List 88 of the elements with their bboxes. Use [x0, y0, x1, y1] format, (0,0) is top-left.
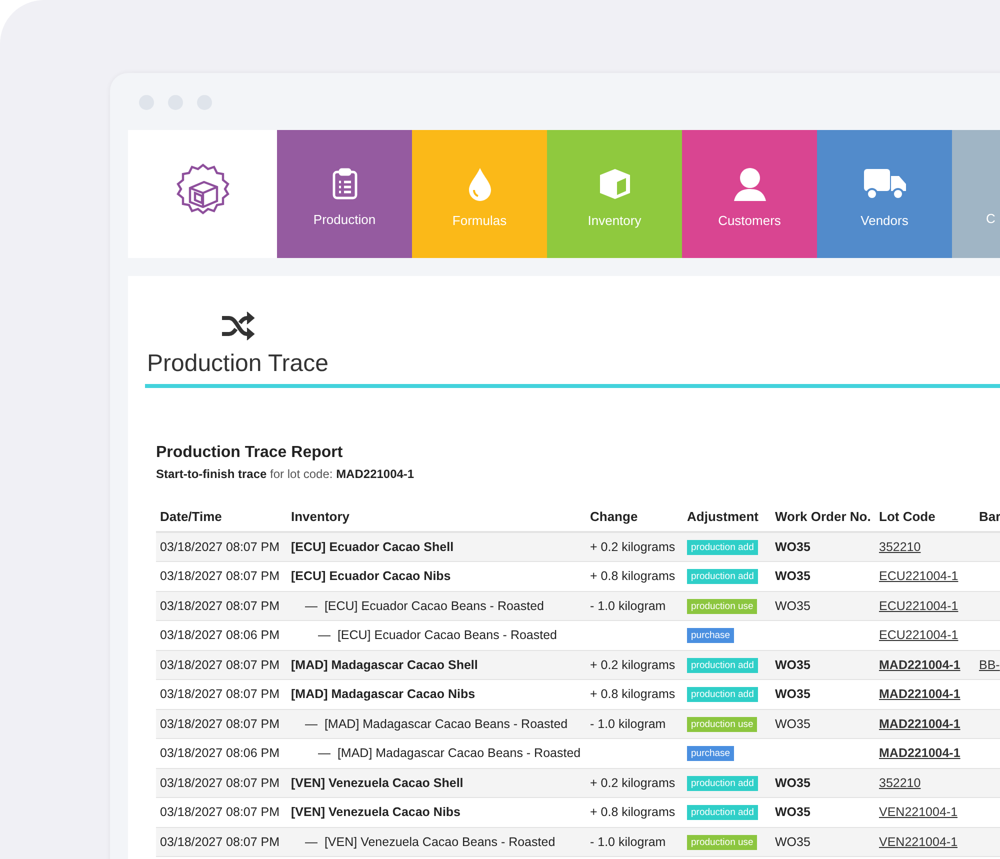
adjustment-badge: production add — [687, 658, 758, 673]
nav-tile-label: Formulas — [452, 212, 507, 228]
page-title: Production Trace — [147, 350, 330, 378]
barcode-link[interactable]: BB- — [979, 658, 1000, 672]
column-header: Work Order No. — [774, 509, 872, 524]
nav-tile-label: Production — [313, 212, 376, 226]
work-order-cell: WO35 — [775, 540, 810, 554]
change-cell: + 0.2 kilograms — [590, 776, 676, 790]
lot-code-link[interactable]: VEN221004-1 — [879, 805, 958, 820]
lot-code-link[interactable]: VEN221004-1 — [879, 834, 958, 849]
date-cell-text: 03/18/2027 08:07 PM — [159, 540, 281, 554]
adjustment-badge: purchase — [687, 746, 734, 762]
change-cell: - 1.0 kilogram — [590, 716, 666, 731]
column-header: Inventory — [290, 509, 351, 524]
report-subtitle: Start-to-finish trace for lot code: MAD221004-1 — [156, 467, 416, 481]
work-order-cell: WO35 — [775, 834, 810, 849]
lot-code-link[interactable]: MAD221004-1 — [879, 687, 960, 702]
column-header: Adjustment — [686, 509, 760, 524]
work-order-cell: WO35 — [775, 716, 810, 731]
date-cell-text: 03/18/2027 08:07 PM — [159, 805, 281, 820]
adjustment-badge: production add — [687, 776, 758, 791]
change-cell: - 1.0 kilogram — [590, 834, 666, 849]
cube-icon — [598, 166, 632, 200]
column-header: Change — [589, 509, 639, 524]
shuffle-icon — [220, 310, 256, 342]
inventory-cell: — [ECU] Ecuador Cacao Beans - Roasted — [318, 628, 558, 642]
change-cell: + 0.2 kilograms — [590, 658, 676, 672]
lot-code-link[interactable]: 352210 — [879, 776, 921, 790]
inventory-cell: [VEN] Venezuela Cacao Shell — [291, 776, 464, 790]
nav-tile[interactable]: Customers — [682, 130, 817, 258]
adjustment-badge: purchase — [687, 628, 734, 644]
date-cell-text: 03/18/2027 08:07 PM — [159, 687, 281, 702]
inventory-cell: [ECU] Ecuador Cacao Shell — [291, 540, 454, 554]
inventory-cell: — [MAD] Madagascar Cacao Beans - Roasted — [305, 716, 568, 731]
logo-tile[interactable] — [128, 130, 277, 258]
work-order-cell: WO35 — [775, 776, 810, 790]
date-cell-text: 03/18/2027 08:06 PM — [159, 628, 281, 642]
date-cell-text: 03/18/2027 08:07 PM — [159, 834, 281, 849]
inventory-cell: [MAD] Madagascar Cacao Shell — [291, 658, 478, 672]
lot-code-link[interactable]: MAD221004-1 — [879, 716, 960, 731]
nav-tile-label: Vendors — [860, 212, 908, 228]
date-cell-text: 03/18/2027 08:07 PM — [159, 776, 281, 790]
person-icon — [732, 166, 768, 200]
inventory-cell: — [ECU] Ecuador Cacao Beans - Roasted — [305, 598, 544, 613]
adjustment-badge: production use — [687, 834, 758, 850]
date-cell-text: 03/18/2027 08:06 PM — [159, 746, 281, 760]
truck-icon — [862, 166, 906, 200]
clipboard-icon — [332, 168, 358, 200]
change-cell: - 1.0 kilogram — [590, 598, 666, 613]
inventory-cell: [ECU] Ecuador Cacao Nibs — [291, 569, 451, 584]
work-order-cell: WO35 — [775, 805, 810, 820]
adjustment-badge: production use — [687, 598, 758, 614]
nav-tile-label: Inventory — [588, 212, 642, 228]
report-title: Production Trace Report — [156, 444, 344, 462]
date-cell-text: 03/18/2027 08:07 PM — [159, 658, 281, 672]
work-order-cell: WO35 — [775, 658, 810, 672]
work-order-cell: WO35 — [775, 569, 810, 584]
nav-tile-label: Customers — [718, 212, 781, 228]
date-cell-text: 03/18/2027 08:07 PM — [159, 569, 281, 584]
inventory-cell: [VEN] Venezuela Cacao Nibs — [291, 805, 461, 820]
lot-code-link[interactable]: ECU221004-1 — [879, 569, 958, 584]
lot-code-link[interactable]: MAD221004-1 — [879, 658, 960, 672]
date-cell-text: 03/18/2027 08:07 PM — [159, 716, 281, 731]
nav-tile-label: C — [986, 211, 996, 226]
nav-tile[interactable]: Vendors — [817, 130, 952, 258]
work-order-cell: WO35 — [775, 687, 810, 702]
change-cell: + 0.8 kilograms — [590, 687, 676, 702]
adjustment-badge: production add — [687, 687, 758, 702]
inventory-cell: [MAD] Madagascar Cacao Nibs — [291, 687, 476, 702]
adjustment-badge: production add — [687, 569, 758, 584]
adjustment-badge: production add — [687, 540, 758, 555]
inventory-cell: — [VEN] Venezuela Cacao Beans - Roasted — [305, 834, 556, 849]
adjustment-badge: production use — [687, 716, 758, 732]
lot-code-link[interactable]: 352210 — [879, 540, 921, 554]
lot-code-link[interactable]: ECU221004-1 — [879, 628, 958, 642]
lot-code-link[interactable]: MAD221004-1 — [879, 746, 960, 760]
adjustment-badge: production add — [687, 805, 758, 820]
column-header: Lot Code — [878, 509, 936, 524]
change-cell: + 0.8 kilograms — [590, 805, 676, 820]
inventory-cell: — [MAD] Madagascar Cacao Beans - Roasted — [318, 746, 581, 760]
change-cell: + 0.8 kilograms — [590, 569, 676, 584]
nav-tile[interactable]: Production — [277, 130, 412, 258]
work-order-cell: WO35 — [775, 598, 810, 613]
lot-code-link[interactable]: ECU221004-1 — [879, 598, 958, 613]
date-cell-text: 03/18/2027 08:07 PM — [159, 598, 281, 613]
drop-icon — [466, 166, 492, 200]
change-cell: + 0.2 kilograms — [590, 540, 676, 554]
column-header: Date/Time — [159, 509, 223, 524]
